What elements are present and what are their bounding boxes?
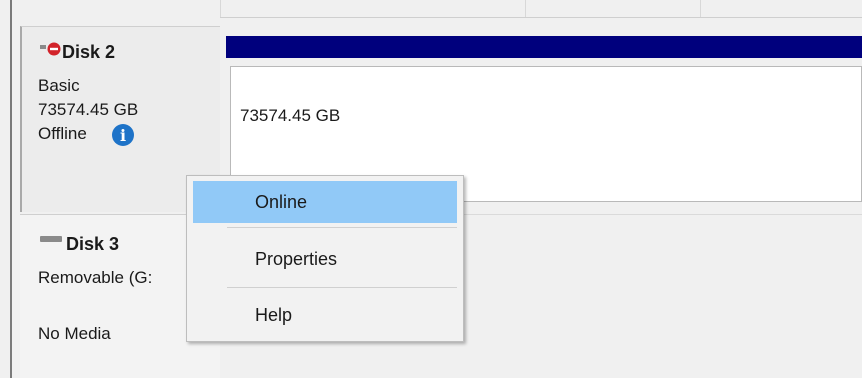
disk-3-media-status: No Media [38, 324, 111, 343]
disk-offline-icon [40, 41, 64, 57]
context-menu: Online Properties Help [186, 175, 464, 342]
disk-2-title: Disk 2 [62, 42, 116, 62]
previous-disk-row-edge [0, 0, 862, 26]
menu-item-properties[interactable]: Properties [193, 238, 457, 280]
menu-item-help[interactable]: Help [193, 294, 457, 336]
row-divider [220, 17, 862, 18]
menu-item-online[interactable]: Online [193, 181, 457, 223]
disk-3-title: Disk 3 [66, 234, 120, 254]
column-divider [525, 0, 526, 18]
disk-3-type: Removable (G: [38, 268, 153, 287]
column-divider [220, 0, 221, 18]
disk-2-type: Basic [38, 76, 80, 95]
info-icon[interactable]: i [112, 124, 134, 146]
menu-separator [227, 287, 457, 288]
disk-2-size: 73574.45 GB [38, 100, 139, 119]
column-divider [700, 0, 701, 18]
volume-header-bar [226, 36, 862, 58]
menu-separator [227, 227, 457, 228]
volume-size-label: 73574.45 GB [240, 106, 341, 125]
removable-disk-icon [40, 236, 62, 242]
disk-2-status: Offline [38, 124, 87, 143]
list-border [10, 0, 12, 378]
